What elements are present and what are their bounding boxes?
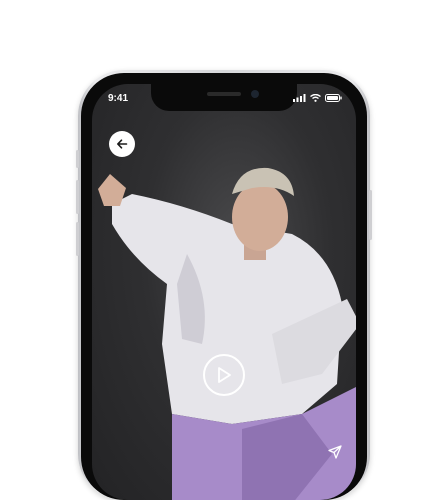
status-time: 9:41 bbox=[108, 93, 129, 104]
arrow-left-icon bbox=[117, 139, 128, 149]
phone-frame: 9:41 bbox=[76, 70, 372, 500]
play-icon bbox=[218, 367, 231, 383]
speaker-grille bbox=[207, 92, 241, 96]
share-button[interactable] bbox=[328, 445, 342, 464]
status-icons bbox=[293, 94, 342, 102]
head bbox=[232, 183, 288, 251]
signal-icon bbox=[293, 94, 306, 102]
send-icon bbox=[328, 445, 342, 459]
front-camera bbox=[251, 90, 259, 98]
play-button[interactable] bbox=[203, 354, 245, 396]
power-button bbox=[369, 190, 372, 240]
notch bbox=[151, 84, 297, 111]
video-screen: 9:41 bbox=[92, 84, 356, 500]
volume-up-button bbox=[76, 180, 79, 214]
volume-down-button bbox=[76, 222, 79, 256]
battery-icon bbox=[325, 94, 342, 102]
phone-bezel: 9:41 bbox=[81, 73, 367, 500]
wifi-icon bbox=[310, 94, 321, 102]
silent-switch bbox=[76, 150, 79, 168]
back-button[interactable] bbox=[109, 131, 135, 157]
